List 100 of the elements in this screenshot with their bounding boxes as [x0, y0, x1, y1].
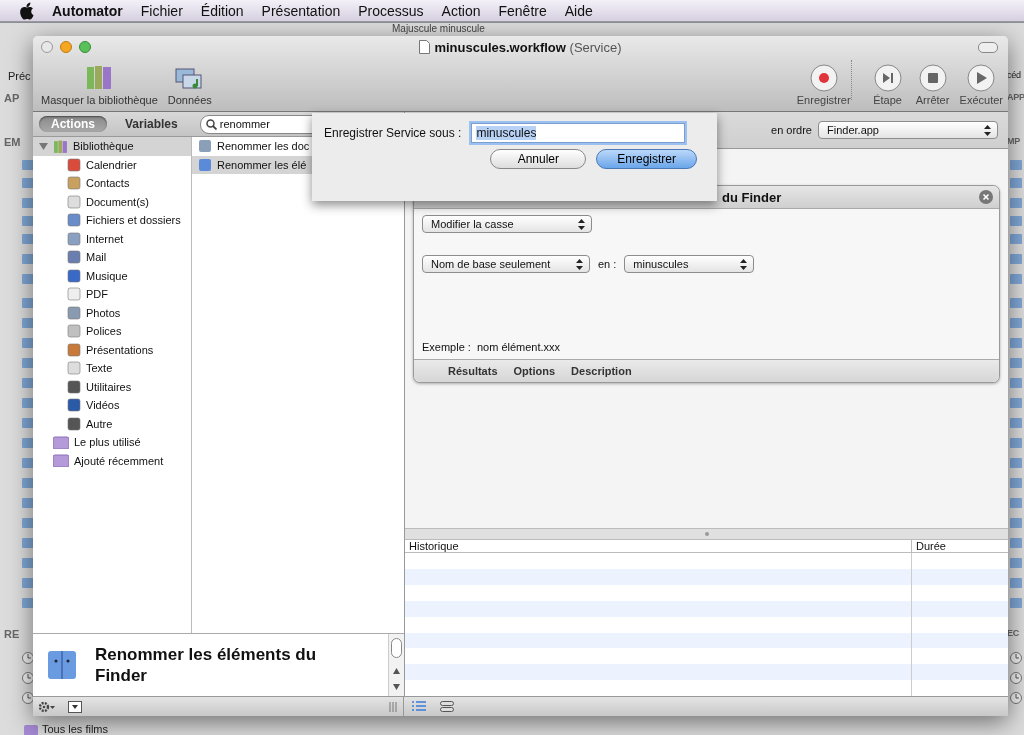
folder-icon[interactable] — [1010, 252, 1022, 264]
folder-icon[interactable] — [22, 296, 34, 308]
folder-icon[interactable] — [1010, 196, 1022, 208]
folder-icon[interactable] — [1010, 456, 1022, 468]
toolbar-toggle-button[interactable] — [978, 42, 998, 53]
folder-icon[interactable] — [1010, 296, 1022, 308]
folder-icon[interactable] — [22, 272, 34, 284]
close-icon[interactable] — [979, 190, 993, 204]
folder-icon[interactable] — [1010, 416, 1022, 428]
folder-icon[interactable] — [22, 576, 34, 588]
folder-icon[interactable] — [1010, 176, 1022, 188]
toolbar-button[interactable]: Exécuter — [959, 64, 1003, 106]
sidebar-item[interactable]: Tous les films — [42, 723, 109, 735]
folder-icon[interactable] — [22, 396, 34, 408]
folder-icon[interactable] — [24, 724, 38, 735]
menu-title[interactable]: Édition — [200, 2, 244, 19]
scroll-arrows-icon[interactable] — [392, 666, 401, 692]
library-item[interactable]: Le plus utilisé — [33, 433, 191, 452]
toolbar-button[interactable]: Données — [167, 67, 212, 106]
clock-icon[interactable] — [1010, 652, 1022, 664]
folder-icon[interactable] — [22, 336, 34, 348]
library-item[interactable]: Ajouté récemment — [33, 451, 191, 470]
library-item[interactable]: Calendrier — [33, 155, 191, 174]
close-button[interactable] — [41, 41, 53, 53]
folder-icon[interactable] — [1010, 356, 1022, 368]
name-field[interactable]: minuscules — [471, 123, 686, 143]
apple-icon[interactable] — [18, 1, 34, 20]
toolbar-button[interactable]: Arrêter — [914, 64, 951, 106]
menu-title[interactable]: Fenêtre — [498, 2, 547, 19]
folder-icon[interactable] — [22, 416, 34, 428]
library-item[interactable]: Texte — [33, 359, 191, 378]
folder-icon[interactable] — [22, 252, 34, 264]
rows-view-icon[interactable] — [440, 701, 454, 712]
folder-icon[interactable] — [22, 536, 34, 548]
splitter-handle[interactable] — [704, 532, 709, 536]
folder-icon[interactable] — [22, 356, 34, 368]
tab[interactable]: Variables — [113, 116, 190, 132]
folder-icon[interactable] — [1010, 396, 1022, 408]
library-item[interactable]: Présentations — [33, 340, 191, 359]
folder-icon[interactable] — [1010, 158, 1022, 170]
folder-icon[interactable] — [1010, 536, 1022, 548]
folder-icon[interactable] — [1010, 476, 1022, 488]
folder-icon[interactable] — [22, 316, 34, 328]
list-view-icon[interactable] — [412, 701, 426, 712]
folder-icon[interactable] — [1010, 576, 1022, 588]
folder-icon[interactable] — [1010, 214, 1022, 226]
clock-icon[interactable] — [22, 692, 34, 704]
library-item[interactable]: Fichiers et dossiers — [33, 211, 191, 230]
popup-button[interactable]: Nom de base seulement — [422, 255, 590, 273]
folder-icon[interactable] — [1010, 436, 1022, 448]
library-item[interactable]: Vidéos — [33, 396, 191, 415]
folder-icon[interactable] — [1010, 272, 1022, 284]
folder-icon[interactable] — [22, 476, 34, 488]
menu-title[interactable]: Fichier — [140, 2, 183, 19]
folder-icon[interactable] — [22, 176, 34, 188]
column-header[interactable]: Historique — [405, 540, 911, 553]
folder-icon[interactable] — [1010, 596, 1022, 608]
menu-title[interactable]: Automator — [52, 2, 123, 19]
tab[interactable]: Résultats — [448, 365, 498, 377]
cancel-button[interactable]: Annuler — [490, 149, 587, 169]
folder-icon[interactable] — [22, 158, 34, 170]
scroll-thumb[interactable] — [391, 638, 402, 658]
library-item[interactable]: Polices — [33, 322, 191, 341]
folder-icon[interactable] — [22, 516, 34, 528]
menu-title[interactable]: Processus — [358, 2, 424, 19]
toolbar-button[interactable]: Enregistrer — [796, 64, 851, 106]
folder-icon[interactable] — [22, 232, 34, 244]
menu-title[interactable]: Présentation — [261, 2, 341, 19]
folder-icon[interactable] — [1010, 496, 1022, 508]
folder-icon[interactable] — [22, 556, 34, 568]
zoom-button[interactable] — [79, 41, 91, 53]
tab[interactable]: Options — [513, 365, 556, 377]
menu-title[interactable]: Aide — [564, 2, 593, 19]
menu-title[interactable]: Action — [441, 2, 481, 19]
folder-icon[interactable] — [22, 456, 34, 468]
folder-icon[interactable] — [1010, 336, 1022, 348]
library-item[interactable]: Utilitaires — [33, 377, 191, 396]
folder-icon[interactable] — [22, 376, 34, 388]
gear-icon[interactable] — [38, 700, 56, 713]
library-item[interactable]: Internet — [33, 229, 191, 248]
clock-icon[interactable] — [22, 652, 34, 664]
scrollbar[interactable] — [388, 634, 404, 696]
minimize-button[interactable] — [60, 41, 72, 53]
folder-icon[interactable] — [22, 196, 34, 208]
folder-icon[interactable] — [1010, 516, 1022, 528]
folder-icon[interactable] — [22, 436, 34, 448]
clock-icon[interactable] — [22, 672, 34, 684]
library-item[interactable]: Mail — [33, 248, 191, 267]
folder-icon[interactable] — [22, 214, 34, 226]
folder-icon[interactable] — [1010, 316, 1022, 328]
panel-toggle-icon[interactable] — [68, 700, 82, 713]
tab[interactable]: Description — [571, 365, 632, 377]
library-item[interactable]: Bibliothèque — [33, 137, 191, 156]
library-item[interactable]: PDF — [33, 285, 191, 304]
column-header[interactable]: Durée — [911, 540, 1008, 553]
library-item[interactable]: Photos — [33, 303, 191, 322]
clock-icon[interactable] — [1010, 692, 1022, 704]
disclosure-triangle[interactable] — [39, 142, 48, 151]
popup-button[interactable]: Modifier la casse — [422, 215, 592, 233]
folder-icon[interactable] — [22, 496, 34, 508]
